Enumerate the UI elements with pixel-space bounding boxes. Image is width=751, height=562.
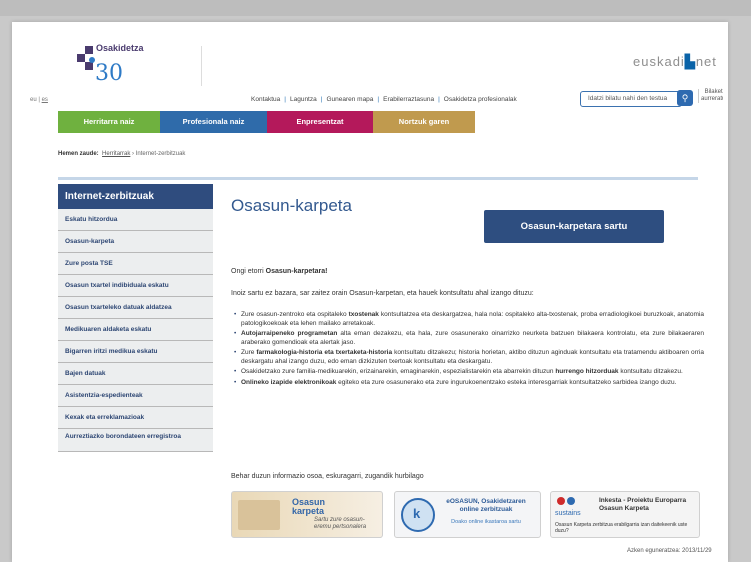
list-item-text: Osakidetzako zure familia-medikuarekin, … [241, 368, 556, 375]
promo-photo [238, 500, 280, 530]
breadcrumb-separator: › [132, 151, 135, 157]
top-links: Kontaktua | Laguntza | Gunearen mapa | Erabile… [251, 96, 517, 103]
sidebar-item-tse-mail[interactable]: Zure posta TSE [58, 253, 213, 275]
top-link-sitemap[interactable]: Gunearen mapa [326, 96, 373, 103]
brand-suffix: net [695, 54, 717, 69]
page-title: Osasun-karpeta [231, 196, 352, 215]
promo-title: Inkesta - Proiektu Europarra Osasun Karp… [599, 497, 687, 512]
list-item: Zure osasun-zentroko eta ospitaleko txos… [234, 311, 704, 328]
sidebar-item-second-opinion[interactable]: Bigarren iritzi medikua eskatu [58, 341, 213, 363]
logo-divider [201, 46, 202, 86]
sustains-people-icon [557, 497, 581, 509]
eosasun-badge-icon: k [401, 498, 435, 532]
content-divider [58, 177, 698, 180]
sidebar-item-advance-directives[interactable]: Aurreztiazko borondateen erregistroa [58, 429, 213, 452]
sidebar-item-card-data[interactable]: Osasun txarteleko datuak aldatzea [58, 297, 213, 319]
promo-health-folder[interactable]: Osasun karpeta Sartu zure osasun-eremu pe… [231, 491, 383, 538]
sidebar-item-appointment[interactable]: Eskatu hitzordua [58, 209, 213, 231]
promo-title-2: karpeta [292, 506, 325, 516]
list-item-text: Zure osasun-zentroko eta ospitaleko [241, 311, 349, 318]
promo-survey[interactable]: sustains Inkesta - Proiektu Europarra Os… [550, 491, 700, 538]
lang-other[interactable]: es [42, 97, 48, 103]
advanced-search-link[interactable]: Bilaketa aurreratua [698, 89, 723, 103]
promo-title: Osasun karpeta [292, 498, 325, 516]
open-health-folder-button[interactable]: Osasun-karpetara sartu [484, 210, 664, 243]
list-item: Autojarraipeneko programetan alta eman d… [234, 330, 704, 347]
promo-subtitle: Osasun Karpeta zerbitzua erabilgarria iz… [555, 522, 688, 534]
tab-professional[interactable]: Profesionala naiz [160, 111, 267, 133]
breadcrumb: Hemen zaude: Herritarrak › Internet-zerb… [58, 151, 185, 157]
brand-prefix: euskadi [633, 54, 685, 69]
language-switcher: eu | es [30, 97, 48, 103]
last-updated: Azken eguneratzea: 2013/11/29 [627, 548, 712, 554]
search-icon: ⚲ [681, 93, 689, 103]
promo-title: eOSASUN, Osakidetzaren online zerbitzuak [446, 498, 526, 513]
sidebar-item-change-doctor[interactable]: Medikuaren aldaketa eskatu [58, 319, 213, 341]
sidebar-item-health-folder[interactable]: Osasun-karpeta [58, 231, 213, 253]
sidebar-item-complaints[interactable]: Kexak eta erreklamazioak [58, 407, 213, 429]
logo-badge-number: 30 [95, 61, 123, 86]
search-input[interactable]: Idatzi bilatu nahi den testua [580, 91, 682, 107]
breadcrumb-label: Hemen zaude: [58, 151, 99, 157]
list-item-bold: farmakologia-historia eta txertaketa-his… [256, 349, 393, 356]
sidebar-item-health-card[interactable]: Osasun txartel indibiduala eskatu [58, 275, 213, 297]
top-link-help[interactable]: Laguntza [290, 96, 317, 103]
list-item-bold: txostenak [348, 311, 379, 318]
list-item: Osakidetzako zure familia-medikuarekin, … [234, 368, 704, 377]
breadcrumb-home[interactable]: Herritarrak [102, 151, 130, 157]
welcome-pre: Ongi etorri [231, 268, 266, 275]
eosasun-badge-letter: k [413, 506, 421, 521]
main-nav: Herritarra naiz Profesionala naiz Enpres… [58, 111, 475, 133]
sidebar: Internet-zerbitzuak Eskatu hitzordua Osa… [58, 184, 213, 452]
list-item-bold: Onlineko izapide elektronikoak [241, 378, 337, 386]
top-link-contact[interactable]: Kontaktua [251, 96, 280, 103]
welcome-text: Ongi etorri Osasun-karpetara! [231, 268, 327, 275]
top-link-accessibility[interactable]: Erabilerraztasuna [383, 96, 434, 103]
tab-about[interactable]: Nortzuk garen [373, 111, 475, 133]
search-placeholder: Idatzi bilatu nahi den testua [588, 95, 668, 102]
browser-page: 30 Osakidetza euskadi▙net eu | es Kontak… [28, 36, 723, 556]
sidebar-title: Internet-zerbitzuak [58, 184, 213, 209]
breadcrumb-current: Internet-zerbitzuak [135, 151, 186, 157]
intro-text: Inoiz sartu ez bazara, sar zaitez orain … [231, 290, 534, 297]
window-top-bar [0, 0, 751, 16]
list-item-text: Zure [241, 349, 257, 356]
promo-subtitle: Sartu zure osasun-eremu pertsonalera [314, 517, 367, 530]
sidebar-item-sick-leave[interactable]: Bajen datuak [58, 363, 213, 385]
sustains-logo: sustains [555, 510, 581, 517]
promo-eosasun[interactable]: k eOSASUN, Osakidetzaren online zerbitzu… [394, 491, 541, 538]
logo-text: Osakidetza [96, 43, 144, 53]
top-link-professionals[interactable]: Osakidetza profesionalak [444, 96, 517, 103]
list-item-text: kontsultatu ditzakezu. [618, 368, 683, 375]
brand-mark-icon: ▙ [684, 54, 696, 69]
list-item: Zure farmakologia-historia eta txertaket… [234, 349, 704, 366]
feature-list: Zure osasun-zentroko eta ospitaleko txos… [234, 311, 704, 389]
search-button[interactable]: ⚲ [677, 90, 693, 106]
tab-citizen[interactable]: Herritarra naiz [58, 111, 160, 133]
tab-companies[interactable]: Enpresentzat [267, 111, 373, 133]
list-item-bold: Autojarraipeneko programetan [241, 330, 338, 337]
list-item: Onlineko izapide elektronikoak egiteko e… [234, 379, 704, 388]
sidebar-item-records[interactable]: Asistentzia-espedienteak [58, 385, 213, 407]
euskadinet-logo[interactable]: euskadi▙net [633, 54, 717, 70]
lang-current[interactable]: eu [30, 97, 37, 103]
list-item-bold: hurrengo hitzorduak [555, 368, 619, 375]
list-item-text: egiteko eta zure osasunerako eta zure in… [336, 378, 677, 386]
footer-note: Behar duzun informazio osoa, eskuragarri… [231, 473, 424, 480]
welcome-bold: Osasun-karpetara! [265, 268, 328, 275]
osakidetza-logo[interactable]: 30 Osakidetza [73, 43, 202, 86]
promo-subtitle: Doako online ikastaroa sartu [451, 519, 521, 525]
